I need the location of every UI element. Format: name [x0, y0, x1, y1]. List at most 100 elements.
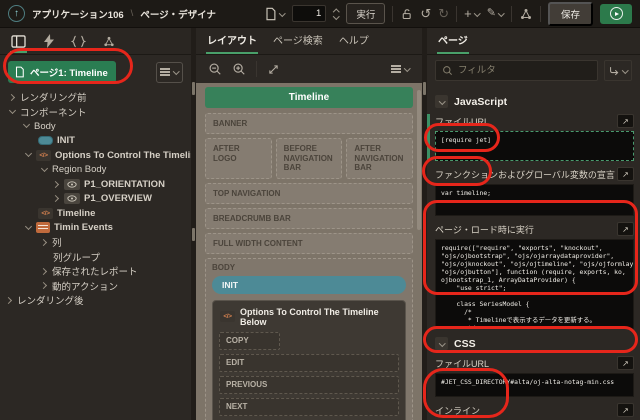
tree-node-column-groups[interactable]: 列グループ [0, 250, 191, 265]
slot-banner[interactable]: BANNER [205, 113, 413, 134]
slot-full-width-content[interactable]: FULL WIDTH CONTENT [205, 232, 413, 254]
slot-after-navigation-bar[interactable]: AFTER NAVIGATION BAR [346, 138, 414, 179]
tree-node-columns[interactable]: 列 [0, 235, 191, 250]
init-region-pill[interactable]: INIT [212, 275, 406, 294]
back-up-icon[interactable]: ↑ [8, 5, 25, 22]
chevron-down-icon [279, 11, 285, 17]
top-toolbar: ↑ アプリケーション106 \ ページ・デザイナ 1 実行 ↺ ↻ + ✎ 保存 [0, 0, 640, 28]
options-region-title: Options To Control The Timeline Below [240, 306, 379, 327]
tree-node-p1-overview[interactable]: P1_OVERVIEW [0, 192, 191, 207]
tree-node-pre-rendering[interactable]: レンダリング前 [0, 90, 191, 105]
chevron-down-icon [498, 11, 504, 17]
toolbar-divider [392, 5, 394, 22]
expand-icon[interactable] [267, 63, 280, 76]
code-editor-popout-icon[interactable]: ↗ [617, 114, 634, 128]
layout-menu-button[interactable] [391, 66, 410, 72]
slot-before-navigation-bar[interactable]: BEFORE NAVIGATION BAR [275, 138, 343, 179]
redo-icon: ↻ [438, 6, 450, 21]
save-and-run-button[interactable] [600, 3, 632, 24]
field-js-file-url: ファイルURL ↗ [require jet] [427, 114, 634, 161]
tree-menu-button[interactable] [156, 61, 183, 83]
collapse-icon[interactable] [435, 95, 448, 108]
slot-body-label: BODY [212, 262, 236, 272]
tree-node-components[interactable]: コンポーネント [0, 105, 191, 120]
chevron-down-icon [404, 66, 410, 72]
slot-after-logo[interactable]: AFTER LOGO [205, 138, 272, 179]
breadcrumb-separator: \ [130, 8, 134, 19]
slot-top-navigation[interactable]: TOP NAVIGATION [205, 182, 413, 204]
play-icon [609, 7, 623, 20]
rendering-tree-panel: ページ1: Timeline レンダリング前 コンポーネント Body INIT… [0, 28, 232, 420]
lock-icon[interactable] [400, 7, 413, 21]
slot-next[interactable]: NEXT [219, 397, 399, 416]
tree-node-init[interactable]: INIT [0, 134, 191, 149]
utilities-menu-icon[interactable]: ✎ [487, 8, 504, 19]
property-editor-panel: ページ JavaScript ファイルURL ↗ [427, 28, 640, 420]
tab-help[interactable]: ヘルプ [338, 26, 370, 54]
tab-rendering-icon[interactable] [10, 30, 27, 53]
code-editor-popout-icon[interactable]: ↗ [617, 167, 634, 181]
shared-components-icon[interactable] [519, 7, 533, 21]
slot-edit[interactable]: EDIT [219, 353, 399, 372]
timeline-region-button[interactable]: Timeline [205, 87, 413, 108]
goto-component-button[interactable] [604, 60, 632, 81]
tree-node-post-rendering[interactable]: レンダリング後 [0, 293, 191, 308]
code-editor-popout-icon[interactable]: ↗ [617, 222, 634, 236]
js-declaration-textarea[interactable]: var timeline; [435, 184, 634, 216]
js-onload-textarea[interactable]: require(["require", "exports", "knockout… [435, 239, 634, 329]
slot-previous[interactable]: PREVIOUS [219, 375, 399, 394]
tab-page[interactable]: ページ [437, 28, 469, 54]
tree-node-p1-orientation[interactable]: P1_ORIENTATION [0, 177, 191, 192]
eye-icon [64, 178, 80, 190]
options-region[interactable]: </> Options To Control The Timeline Belo… [212, 299, 406, 420]
tree-node-timin-events[interactable]: Timin Events [0, 221, 191, 236]
undo-icon[interactable]: ↺ [420, 7, 431, 20]
slot-body[interactable]: BODY INIT </> Options To Control The Tim… [205, 257, 413, 420]
panel-splitter-left[interactable] [191, 28, 196, 420]
section-javascript[interactable]: JavaScript [435, 95, 634, 108]
up-arrow-icon: ↑ [14, 8, 19, 19]
tab-shared-components-icon[interactable] [100, 30, 117, 52]
tab-page-search[interactable]: ページ検索 [272, 26, 324, 54]
tree-node-region-body[interactable]: Region Body [0, 163, 191, 178]
rendering-tree: レンダリング前 コンポーネント Body INIT </> Options To … [0, 88, 232, 310]
toolbar-divider [510, 5, 512, 22]
run-page-button[interactable]: 実行 [346, 3, 386, 24]
js-file-url-textarea[interactable]: [require jet] [435, 131, 634, 161]
splitter-handle[interactable] [423, 228, 426, 241]
layout-panel: レイアウト ページ検索 ヘルプ Timeline BANNER AFTER LO… [196, 28, 422, 420]
page-number-stepper[interactable] [333, 8, 339, 20]
css-file-url-textarea[interactable]: #JET_CSS_DIRECTORY#alta/oj-alta-notag-mi… [435, 373, 634, 397]
splitter-handle[interactable] [423, 82, 426, 95]
tree-node-body[interactable]: Body [0, 119, 191, 134]
code-icon: </> [220, 311, 235, 323]
zoom-out-icon[interactable] [208, 62, 222, 76]
create-menu-icon[interactable]: + [464, 7, 480, 20]
page-number-input[interactable]: 1 [292, 5, 327, 22]
slot-breadcrumb-bar[interactable]: BREADCRUMB BAR [205, 207, 413, 229]
panel-splitter-right[interactable] [422, 28, 427, 420]
breadcrumb-app[interactable]: アプリケーション106 [32, 7, 124, 21]
collapse-icon[interactable] [435, 337, 448, 350]
splitter-handle[interactable] [192, 228, 195, 241]
tab-layout[interactable]: レイアウト [206, 26, 258, 54]
tab-dynamic-actions-icon[interactable] [40, 30, 57, 52]
tree-node-dynamic-actions[interactable]: 動的アクション [0, 279, 191, 294]
save-button[interactable]: 保存 [547, 1, 593, 26]
filter-input[interactable] [458, 65, 591, 76]
tree-node-page-selected[interactable]: ページ1: Timeline [8, 61, 116, 83]
section-css[interactable]: CSS [435, 337, 634, 350]
tree-node-options-region[interactable]: </> Options To Control The Timeline Below [0, 148, 232, 163]
canvas-scrollbar[interactable] [417, 90, 421, 230]
page-select-icon[interactable] [264, 7, 285, 21]
tree-node-saved-reports[interactable]: 保存されたレポート [0, 264, 191, 279]
slot-copy[interactable]: COPY [219, 331, 281, 350]
property-groups: JavaScript ファイルURL ↗ [require jet] ファンクシ… [427, 87, 640, 420]
code-editor-popout-icon[interactable]: ↗ [617, 403, 634, 417]
zoom-in-icon[interactable] [232, 62, 246, 76]
splitter-handle[interactable] [192, 82, 195, 95]
code-editor-popout-icon[interactable]: ↗ [617, 356, 634, 370]
tree-node-timeline[interactable]: </> Timeline [0, 206, 191, 221]
tab-processing-icon[interactable] [70, 30, 87, 52]
eye-icon [64, 193, 80, 205]
